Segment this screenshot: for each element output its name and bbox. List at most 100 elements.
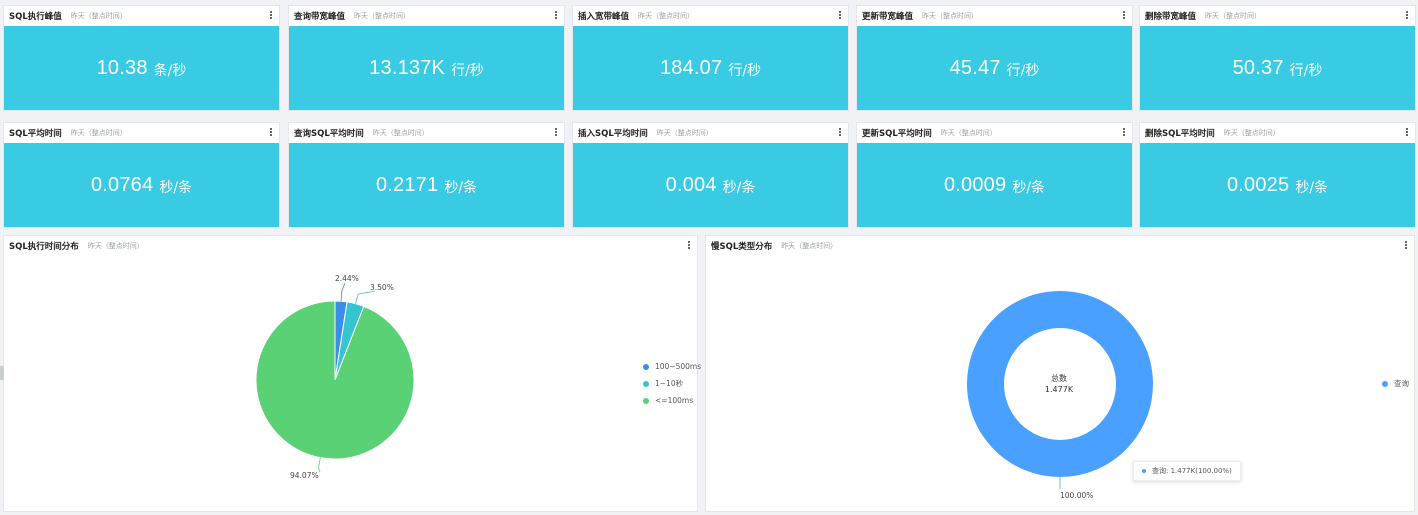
kpi-header: SQL平均时间 昨天（整点时间） xyxy=(4,123,279,143)
legend-dot-icon xyxy=(1382,380,1388,387)
kpi-header: 删除带宽峰值 昨天（整点时间） xyxy=(1140,6,1415,26)
sql-time-distribution-panel: SQL执行时间分布 昨天（整点时间） 2.44% 3.50% 94.07% 10… xyxy=(3,235,701,512)
kpi-card: 查询带宽峰值 昨天（整点时间） 13.137K 行/秒 xyxy=(288,5,565,111)
legend-label: 查询 xyxy=(1394,379,1409,388)
kpi-unit: 秒/条 xyxy=(1012,179,1046,196)
more-menu-icon[interactable] xyxy=(267,10,275,22)
kpi-body: 0.004 秒/条 xyxy=(573,143,848,227)
legend-item[interactable]: 查询 xyxy=(1382,375,1409,392)
kpi-card: 查询SQL平均时间 昨天（整点时间） 0.2171 秒/条 xyxy=(288,122,565,228)
more-menu-icon[interactable] xyxy=(267,127,275,139)
kpi-unit: 行/秒 xyxy=(728,62,762,79)
pie-data-label: 3.50% xyxy=(370,283,394,292)
pie-data-label: 94.07% xyxy=(290,471,319,480)
donut-center-label: 总数 xyxy=(1051,374,1067,383)
kpi-unit: 行/秒 xyxy=(1289,62,1323,79)
kpi-value: 184.07 xyxy=(659,56,723,79)
chart-tooltip: 查询: 1.477K(100.00%) xyxy=(1133,461,1241,481)
kpi-body: 184.07 行/秒 xyxy=(573,26,848,110)
legend-dot-icon xyxy=(643,380,649,387)
kpi-unit: 秒/条 xyxy=(159,179,193,196)
kpi-unit: 条/秒 xyxy=(153,62,187,79)
kpi-header: 插入宽带峰值 昨天（整点时间） xyxy=(573,6,848,26)
kpi-title: 删除SQL平均时间 xyxy=(1145,129,1215,139)
kpi-title: SQL执行峰值 xyxy=(9,12,62,22)
kpi-card: 插入宽带峰值 昨天（整点时间） 184.07 行/秒 xyxy=(572,5,849,111)
kpi-subtitle: 昨天（整点时间） xyxy=(70,12,127,20)
donut-center-value: 1.477K xyxy=(1044,385,1074,394)
pie-legend: 100~500ms 1~10秒 <=100ms xyxy=(643,358,701,409)
kpi-title: 查询SQL平均时间 xyxy=(294,129,364,139)
kpi-subtitle: 昨天（整点时间） xyxy=(372,129,429,137)
more-menu-icon[interactable] xyxy=(552,10,560,22)
kpi-title: 更新SQL平均时间 xyxy=(862,129,932,139)
kpi-header: 更新带宽峰值 昨天（整点时间） xyxy=(857,6,1132,26)
pie-label-line xyxy=(318,457,321,473)
more-menu-icon[interactable] xyxy=(1403,10,1411,22)
kpi-unit: 秒/条 xyxy=(722,179,756,196)
donut-center: 总数 1.477K xyxy=(1029,373,1089,395)
kpi-title: SQL平均时间 xyxy=(9,129,62,139)
kpi-unit: 秒/条 xyxy=(444,179,478,196)
legend-dot-icon xyxy=(643,397,649,404)
kpi-title: 插入SQL平均时间 xyxy=(578,129,648,139)
kpi-subtitle: 昨天（整点时间） xyxy=(638,12,695,20)
kpi-body: 45.47 行/秒 xyxy=(857,26,1132,110)
slow-sql-type-panel: 慢SQL类型分布 昨天（整点时间） 总数 1.477K 100.00% 查询: … xyxy=(705,235,1415,512)
kpi-body: 10.38 条/秒 xyxy=(4,26,279,110)
kpi-header: 删除SQL平均时间 昨天（整点时间） xyxy=(1140,123,1415,143)
more-menu-icon[interactable] xyxy=(836,10,844,22)
legend-item[interactable]: 1~10秒 xyxy=(643,375,701,392)
kpi-value: 0.0009 xyxy=(943,173,1007,196)
kpi-card: 删除SQL平均时间 昨天（整点时间） 0.0025 秒/条 xyxy=(1139,122,1416,228)
kpi-title: 查询带宽峰值 xyxy=(294,12,346,22)
kpi-subtitle: 昨天（整点时间） xyxy=(922,12,979,20)
more-menu-icon[interactable] xyxy=(1120,127,1128,139)
kpi-unit: 秒/条 xyxy=(1295,179,1329,196)
kpi-subtitle: 昨天（整点时间） xyxy=(70,129,127,137)
donut-legend: 查询 xyxy=(1382,375,1409,392)
pie-slice[interactable] xyxy=(255,300,415,460)
kpi-card: SQL执行峰值 昨天（整点时间） 10.38 条/秒 xyxy=(3,5,280,111)
kpi-title: 插入宽带峰值 xyxy=(578,12,630,22)
side-drag-handle[interactable] xyxy=(0,366,4,380)
kpi-subtitle: 昨天（整点时间） xyxy=(1205,12,1262,20)
kpi-header: 查询带宽峰值 昨天（整点时间） xyxy=(289,6,564,26)
kpi-body: 0.0025 秒/条 xyxy=(1140,143,1415,227)
tooltip-dot-icon xyxy=(1142,469,1146,473)
kpi-header: SQL执行峰值 昨天（整点时间） xyxy=(4,6,279,26)
legend-label: 100~500ms xyxy=(655,362,702,371)
kpi-header: 插入SQL平均时间 昨天（整点时间） xyxy=(573,123,848,143)
kpi-subtitle: 昨天（整点时间） xyxy=(354,12,411,20)
kpi-subtitle: 昨天（整点时间） xyxy=(1223,129,1280,137)
pie-label-line xyxy=(340,282,346,302)
pie-label-line xyxy=(355,290,376,304)
kpi-card: 更新带宽峰值 昨天（整点时间） 45.47 行/秒 xyxy=(856,5,1133,111)
kpi-unit: 行/秒 xyxy=(451,62,484,79)
kpi-card: SQL平均时间 昨天（整点时间） 0.0764 秒/条 xyxy=(3,122,280,228)
kpi-body: 50.37 行/秒 xyxy=(1140,26,1415,110)
kpi-header: 更新SQL平均时间 昨天（整点时间） xyxy=(857,123,1132,143)
legend-item[interactable]: <=100ms xyxy=(643,392,701,409)
legend-dot-icon xyxy=(643,363,649,370)
legend-label: <=100ms xyxy=(655,396,694,405)
more-menu-icon[interactable] xyxy=(1403,127,1411,139)
kpi-value: 0.2171 xyxy=(375,173,439,196)
pie-data-label: 2.44% xyxy=(335,274,359,283)
more-menu-icon[interactable] xyxy=(1120,10,1128,22)
more-menu-icon[interactable] xyxy=(836,127,844,139)
kpi-title: 更新带宽峰值 xyxy=(862,12,914,22)
kpi-value: 0.0025 xyxy=(1226,173,1290,196)
kpi-body: 0.2171 秒/条 xyxy=(289,143,564,227)
legend-item[interactable]: 100~500ms xyxy=(643,358,701,375)
more-menu-icon[interactable] xyxy=(552,127,560,139)
kpi-title: 删除带宽峰值 xyxy=(1145,12,1197,22)
kpi-value: 13.137K xyxy=(369,56,446,79)
kpi-body: 0.0764 秒/条 xyxy=(4,143,279,227)
kpi-value: 45.47 xyxy=(949,56,1001,79)
tooltip-text: 查询: 1.477K(100.00%) xyxy=(1152,467,1232,475)
kpi-value: 10.38 xyxy=(96,56,148,79)
kpi-card: 插入SQL平均时间 昨天（整点时间） 0.004 秒/条 xyxy=(572,122,849,228)
kpi-header: 查询SQL平均时间 昨天（整点时间） xyxy=(289,123,564,143)
kpi-subtitle: 昨天（整点时间） xyxy=(940,129,997,137)
